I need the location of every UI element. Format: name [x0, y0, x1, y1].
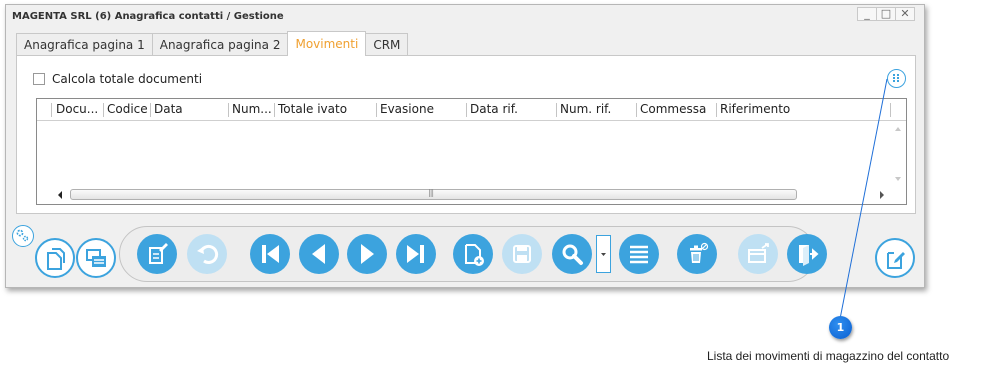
tab-movimenti[interactable]: Movimenti	[287, 31, 367, 56]
callout-badge: 1	[829, 316, 852, 339]
callout-caption: Lista dei movimenti di magazzino del con…	[707, 349, 950, 363]
